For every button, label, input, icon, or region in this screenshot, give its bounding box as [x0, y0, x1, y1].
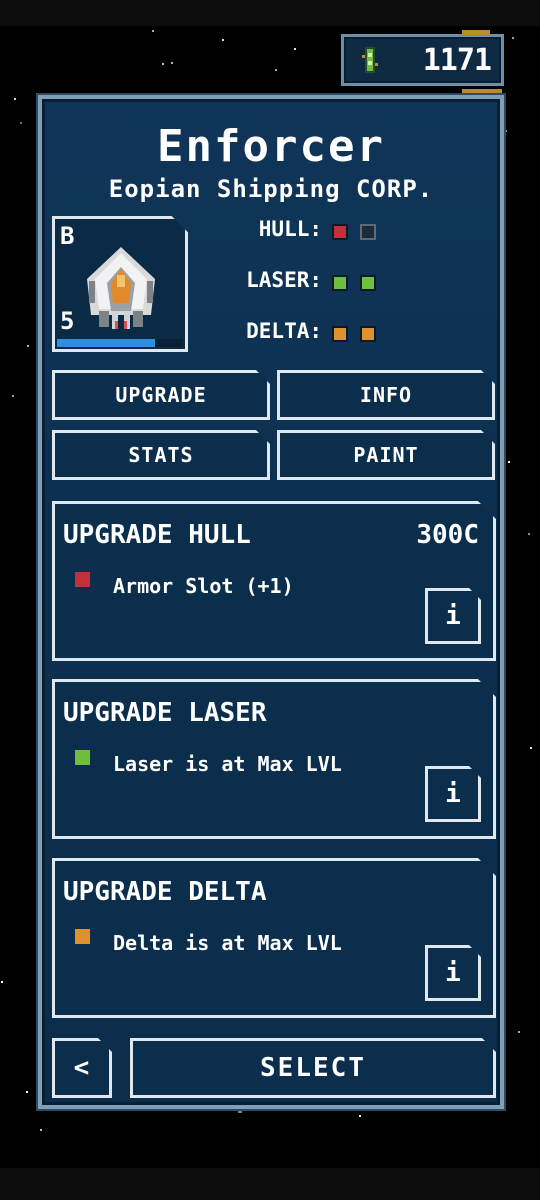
- upgrade-description: Delta is at Max LVL: [113, 931, 342, 955]
- laser-indicator-icon: [75, 750, 90, 765]
- ship-rank: B: [60, 222, 75, 250]
- laser-info-button[interactable]: i: [425, 766, 481, 822]
- credits-clip-top: [462, 30, 490, 35]
- tab-upgrade[interactable]: UPGRADE: [52, 370, 270, 420]
- credit-chip-icon: [362, 47, 378, 73]
- ship-sprite-icon: [87, 247, 155, 329]
- tab-stats[interactable]: STATS: [52, 430, 270, 480]
- select-button[interactable]: SELECT: [130, 1038, 496, 1098]
- credits-value: 1171: [422, 43, 492, 78]
- stat-pip-icon: [360, 326, 376, 342]
- star-icon: [530, 747, 532, 749]
- star-icon: [162, 63, 164, 65]
- back-button[interactable]: <: [52, 1038, 112, 1098]
- tab-info[interactable]: INFO: [277, 370, 495, 420]
- stat-row-laser: LASER:: [192, 268, 322, 298]
- star-icon: [40, 1129, 42, 1131]
- star-icon: [26, 1091, 28, 1093]
- ship-name: Enforcer: [157, 121, 385, 172]
- tab-paint[interactable]: PAINT: [277, 430, 495, 480]
- hull-info-button[interactable]: i: [425, 588, 481, 644]
- ship-xp-bar: [57, 339, 183, 347]
- upgrade-title: UPGRADE DELTA: [63, 877, 267, 907]
- bottom-bar: [0, 1168, 540, 1200]
- star-icon: [238, 1109, 242, 1113]
- ship-portrait: B 5: [52, 216, 188, 352]
- stat-pip-icon: [360, 275, 376, 291]
- hull-indicator-icon: [75, 572, 90, 587]
- star-icon: [508, 461, 510, 463]
- star-icon: [512, 37, 514, 39]
- star-icon: [294, 48, 296, 50]
- star-icon: [152, 30, 154, 32]
- ship-xp-fill: [57, 339, 156, 347]
- star-icon: [171, 62, 173, 64]
- ship-level: 5: [60, 307, 75, 335]
- star-icon: [528, 533, 530, 535]
- star-icon: [27, 345, 29, 347]
- stat-row-delta: DELTA:: [192, 319, 322, 349]
- stat-label-hull: HULL:: [258, 217, 322, 241]
- stat-pip-icon: [332, 224, 348, 240]
- star-icon: [1, 981, 3, 983]
- stat-pip-icon: [332, 326, 348, 342]
- delta-info-button[interactable]: i: [425, 945, 481, 1001]
- star-icon: [14, 98, 16, 100]
- delta-indicator-icon: [75, 929, 90, 944]
- star-icon: [275, 69, 277, 71]
- upgrade-title: UPGRADE HULL: [63, 520, 251, 550]
- credits-counter: 1171: [341, 34, 504, 86]
- star-icon: [222, 39, 224, 41]
- upgrade-card-delta: UPGRADE DELTA Delta is at Max LVL i: [52, 858, 496, 1018]
- upgrade-description: Armor Slot (+1): [113, 574, 294, 598]
- stat-label-laser: LASER:: [246, 268, 322, 292]
- ship-manufacturer: Eopian Shipping CORP.: [108, 175, 434, 203]
- ship-panel: Enforcer Eopian Shipping CORP. B 5 HULL:…: [38, 95, 504, 1109]
- stat-pip-icon: [360, 224, 376, 240]
- upgrade-description: Laser is at Max LVL: [113, 752, 342, 776]
- credits-clip-bottom: [462, 89, 502, 94]
- star-icon: [20, 122, 22, 124]
- star-icon: [359, 1115, 361, 1117]
- star-icon: [505, 130, 507, 132]
- stat-label-delta: DELTA:: [246, 319, 322, 343]
- upgrade-card-hull: UPGRADE HULL 300C Armor Slot (+1) i: [52, 501, 496, 661]
- star-icon: [12, 395, 14, 397]
- upgrade-title: UPGRADE LASER: [63, 698, 267, 728]
- star-icon: [518, 1031, 520, 1033]
- upgrade-cost: 300C: [416, 520, 479, 550]
- stat-pip-icon: [332, 275, 348, 291]
- top-bar: [0, 0, 540, 26]
- stat-row-hull: HULL:: [192, 217, 322, 247]
- upgrade-card-laser: UPGRADE LASER Laser is at Max LVL i: [52, 679, 496, 839]
